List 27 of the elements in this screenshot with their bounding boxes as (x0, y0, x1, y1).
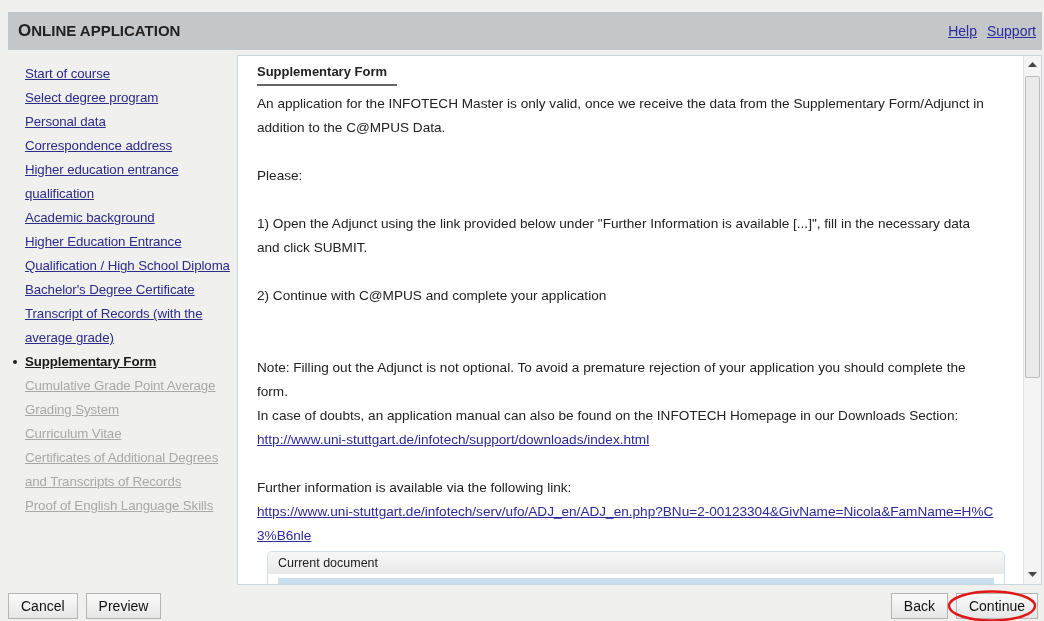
sidebar-link[interactable]: Correspondence address (25, 134, 239, 158)
paragraph: Further information is available via the following link: (257, 479, 573, 497)
paragraph: Note: Filling out the Adjunct is not optional. To avoid a premature rejection of your application you should complete the form. (257, 359, 967, 401)
app-title: ONLINE APPLICATION (18, 21, 181, 41)
sidebar-link[interactable]: Higher education entrance qualification (25, 158, 239, 206)
url-link[interactable]: https://www.uni-stuttgart.de/infotech/serv/ufo/ADJ_en/ADJ_en.php?BNu=2-00123304&GivName=Nicola&FamName=H%C3%B6nle (257, 500, 995, 548)
paragraph: 2) Continue with C@MPUS and complete your application (257, 287, 608, 305)
sidebar-link[interactable]: Start of course (25, 62, 239, 86)
footer-button[interactable]: Preview (85, 593, 162, 619)
paragraph: Please: (257, 167, 304, 185)
paragraph: An application for the INFOTECH Master is only valid, once we receive the data from the Supplementary Form/Adjunct in addition to the C@MPUS Data. (257, 95, 985, 137)
sidebar-link[interactable]: Academic background (25, 206, 239, 230)
header-link[interactable]: Help (948, 23, 977, 39)
footer-button[interactable]: Cancel (8, 593, 78, 619)
url-link[interactable]: http://www.uni-stuttgart.de/infotech/support/downloads/index.html (257, 428, 995, 452)
paragraph: 1) Open the Adjunct using the link provided below under "Further Information is available [...]", fill in the necessary data and click SUBMIT. (257, 215, 972, 257)
section-heading: Supplementary Form (257, 63, 398, 86)
sidebar-link[interactable]: Personal data (25, 110, 239, 134)
sidebar-link[interactable]: Transcript of Records (with the average grade) (25, 302, 239, 350)
header-link[interactable]: Support (986, 23, 1036, 39)
sidebar-link[interactable]: Select degree program (25, 86, 239, 110)
sidebar-link[interactable]: Bachelor's Degree Certificate (25, 278, 239, 302)
footer-button[interactable]: Back (890, 593, 948, 619)
document-panel-title: Current document (268, 552, 1004, 574)
sidebar-link[interactable]: Supplementary Form (25, 350, 239, 374)
paragraph: In case of doubts, an application manual can also be found on the INFOTECH Homepage in our Downloads Section: (257, 407, 960, 425)
sidebar-link[interactable]: Higher Education Entrance Qualification / High School Diploma (25, 230, 239, 278)
